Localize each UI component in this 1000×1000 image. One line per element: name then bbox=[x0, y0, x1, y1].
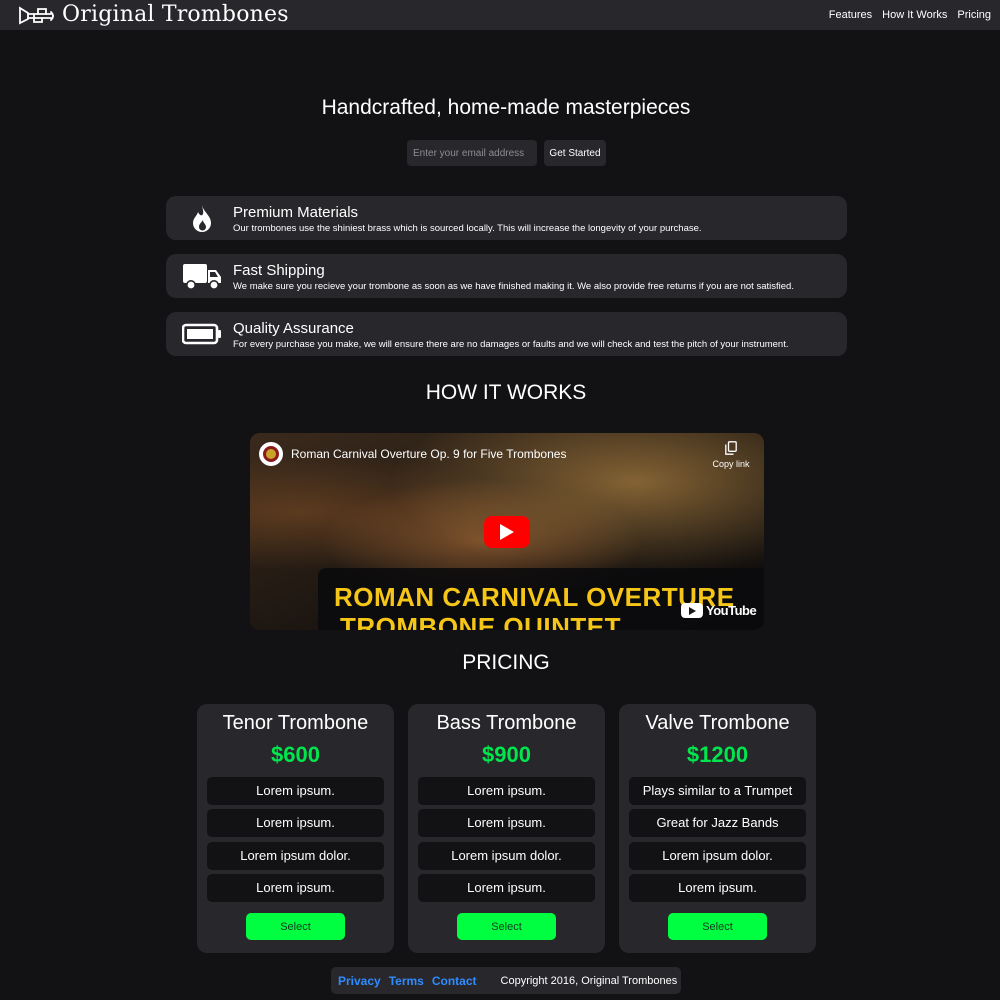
video-banner: ROMAN CARNIVAL OVERTURE TROMBONE QUINTET bbox=[318, 568, 764, 630]
select-button-tenor[interactable]: Select bbox=[246, 913, 345, 940]
email-input[interactable] bbox=[407, 140, 537, 166]
youtube-logo[interactable]: YouTube bbox=[681, 603, 757, 618]
copy-link-label: Copy link bbox=[712, 459, 750, 469]
nav-link-features[interactable]: Features bbox=[829, 9, 872, 21]
get-started-button[interactable]: Get Started bbox=[544, 140, 606, 166]
plan-feature: Lorem ipsum. bbox=[207, 809, 384, 838]
plan-feature: Lorem ipsum. bbox=[207, 777, 384, 805]
nav-link-how-it-works[interactable]: How It Works bbox=[882, 9, 947, 21]
battery-icon bbox=[182, 323, 221, 345]
footer-link-terms[interactable]: Terms bbox=[389, 974, 424, 988]
copyright-text: Copyright 2016, Original Trombones bbox=[500, 974, 678, 987]
plan-price: $900 bbox=[482, 742, 531, 767]
feature-description: We make sure you recieve your trombone a… bbox=[233, 281, 794, 292]
plan-feature-list: Plays similar to a Trumpet Great for Jaz… bbox=[629, 777, 806, 906]
plan-feature: Plays similar to a Trumpet bbox=[629, 777, 806, 805]
brand[interactable]: Original Trombones bbox=[0, 0, 289, 30]
plan-feature-list: Lorem ipsum. Lorem ipsum. Lorem ipsum do… bbox=[207, 777, 384, 906]
plan-feature: Lorem ipsum. bbox=[418, 873, 595, 902]
nav-links: Features How It Works Pricing bbox=[819, 9, 1000, 21]
brand-name: Original Trombones bbox=[62, 2, 289, 27]
plan-feature: Lorem ipsum. bbox=[418, 777, 595, 805]
plan-name: Valve Trombone bbox=[645, 712, 790, 734]
nav-link-pricing[interactable]: Pricing bbox=[957, 9, 991, 21]
pricing-title: PRICING bbox=[462, 651, 550, 674]
video-embed[interactable]: Roman Carnival Overture Op. 9 for Five T… bbox=[250, 433, 764, 630]
feature-title: Fast Shipping bbox=[233, 262, 325, 279]
feature-title: Premium Materials bbox=[233, 204, 359, 221]
how-it-works-title: HOW IT WORKS bbox=[425, 381, 587, 404]
hero-title: Handcrafted, home-made masterpieces bbox=[321, 96, 691, 119]
footer-link-contact[interactable]: Contact bbox=[432, 974, 477, 988]
truck-icon bbox=[183, 264, 221, 290]
plan-feature: Lorem ipsum dolor. bbox=[629, 841, 806, 870]
feature-description: Our trombones use the shiniest brass whi… bbox=[233, 223, 702, 234]
signup-form: Get Started bbox=[407, 140, 606, 166]
youtube-play-icon bbox=[681, 603, 703, 618]
plan-feature: Lorem ipsum. bbox=[418, 809, 595, 838]
feature-quality-assurance: Quality Assurance For every purchase you… bbox=[166, 312, 847, 356]
feature-description: For every purchase you make, we will ens… bbox=[233, 339, 789, 350]
pricing-card-valve: Valve Trombone $1200 Plays similar to a … bbox=[619, 704, 816, 953]
navbar: Original Trombones Features How It Works… bbox=[0, 0, 1000, 30]
plan-feature: Lorem ipsum. bbox=[629, 873, 806, 902]
plan-feature-list: Lorem ipsum. Lorem ipsum. Lorem ipsum do… bbox=[418, 777, 595, 906]
video-title[interactable]: Roman Carnival Overture Op. 9 for Five T… bbox=[291, 447, 566, 461]
plan-name: Tenor Trombone bbox=[222, 712, 369, 734]
plan-feature: Lorem ipsum dolor. bbox=[207, 841, 384, 870]
channel-emblem-icon bbox=[263, 446, 279, 462]
video-banner-line2: TROMBONE QUINTET bbox=[340, 612, 621, 630]
video-banner-line1: ROMAN CARNIVAL OVERTURE bbox=[334, 582, 735, 612]
youtube-label: YouTube bbox=[706, 603, 757, 618]
feature-title: Quality Assurance bbox=[233, 320, 354, 337]
channel-avatar[interactable] bbox=[259, 442, 283, 466]
select-button-bass[interactable]: Select bbox=[457, 913, 556, 940]
plan-feature: Great for Jazz Bands bbox=[629, 809, 806, 838]
plan-name: Bass Trombone bbox=[436, 712, 577, 734]
select-button-valve[interactable]: Select bbox=[668, 913, 767, 940]
plan-price: $600 bbox=[271, 742, 320, 767]
footer: Privacy Terms Contact Copyright 2016, Or… bbox=[331, 967, 681, 994]
play-button[interactable] bbox=[484, 516, 530, 548]
footer-link-privacy[interactable]: Privacy bbox=[338, 974, 381, 988]
plan-feature: Lorem ipsum dolor. bbox=[418, 841, 595, 870]
plan-feature: Lorem ipsum. bbox=[207, 873, 384, 902]
pricing-card-tenor: Tenor Trombone $600 Lorem ipsum. Lorem i… bbox=[197, 704, 394, 953]
play-icon bbox=[500, 524, 514, 540]
copy-icon bbox=[725, 441, 737, 455]
feature-fast-shipping: Fast Shipping We make sure you recieve y… bbox=[166, 254, 847, 298]
fire-icon bbox=[193, 204, 211, 232]
trombone-logo-icon bbox=[19, 6, 54, 25]
feature-premium-materials: Premium Materials Our trombones use the … bbox=[166, 196, 847, 240]
plan-price: $1200 bbox=[686, 742, 749, 767]
copy-link-button[interactable]: Copy link bbox=[710, 441, 752, 469]
pricing-card-bass: Bass Trombone $900 Lorem ipsum. Lorem ip… bbox=[408, 704, 605, 953]
